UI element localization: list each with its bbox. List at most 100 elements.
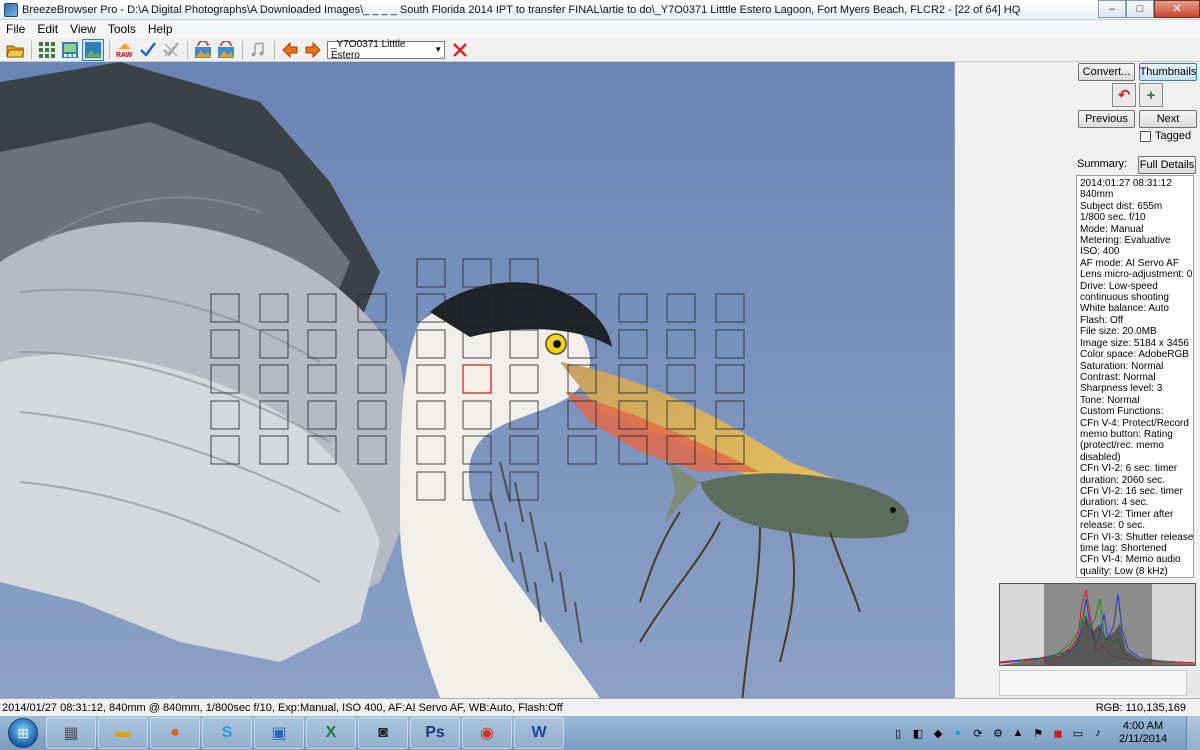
rotate-right-icon[interactable] [215, 39, 237, 61]
tagged-checkbox-box[interactable] [1140, 130, 1151, 142]
chrome-icon[interactable]: ◉ [462, 717, 512, 749]
exif-detail-line: duration: 2060 sec. [1080, 474, 1166, 486]
tray-gear-icon[interactable]: ⚙ [991, 726, 1005, 740]
previous-button[interactable]: Previous [1078, 110, 1135, 128]
thumbnails-button[interactable]: Thumbnails [1139, 63, 1197, 81]
tray-device-icon[interactable]: ▯ [891, 726, 905, 740]
menu-file[interactable]: File [0, 22, 31, 36]
exif-detail-line: Metering: Evaluative [1080, 235, 1171, 247]
exif-detail-line: Contrast: Normal [1080, 371, 1156, 383]
toolbar-separator [31, 40, 32, 59]
calculator-icon[interactable]: ▦ [46, 717, 96, 749]
full-view-icon[interactable] [82, 38, 104, 61]
window-title: BreezeBrowser Pro - D:\A Digital Photogr… [22, 3, 1021, 16]
exif-detail-line: Sharpness level: 3 [1080, 383, 1163, 395]
taskbar-clock[interactable]: 4:00 AM 2/11/2014 [1108, 720, 1178, 746]
exif-detail-line: Saturation: Normal [1080, 360, 1164, 372]
next-arrow-icon[interactable] [302, 39, 324, 61]
tray-skype-icon[interactable]: ● [951, 726, 965, 740]
audio-note-icon[interactable] [247, 39, 269, 61]
folder-icon[interactable]: ▬ [98, 717, 148, 749]
menu-bar: File Edit View Tools Help [0, 20, 1200, 38]
exif-detail-line: continuous shooting [1080, 292, 1169, 304]
rotate-left-icon[interactable] [192, 39, 214, 61]
exif-detail-line: disabled) [1080, 451, 1121, 463]
status-rgb: RGB: 110,135,169 [1095, 701, 1186, 714]
exif-details-list: 2014:01:27 08:31:12 840mm Subject dist: 65… [1076, 175, 1194, 578]
excel-icon[interactable]: X [306, 717, 356, 749]
full-details-button[interactable]: Full Details [1138, 156, 1196, 174]
tagged-checkbox[interactable]: Tagged [1140, 130, 1191, 142]
toolbar-separator [187, 40, 188, 59]
tray-volume-icon[interactable]: ♪ [1091, 726, 1105, 740]
untag-icon[interactable] [160, 39, 182, 61]
skype-icon[interactable]: S [202, 717, 252, 749]
toolbar-separator [274, 40, 275, 59]
open-folder-icon[interactable] [4, 39, 26, 61]
exif-detail-line: 840mm [1080, 189, 1114, 201]
tag-check-icon[interactable] [137, 39, 159, 61]
delete-x-icon[interactable] [449, 39, 471, 61]
raw-icon[interactable]: RAW [114, 39, 136, 61]
exif-detail-line: CFn VI-2: 16 sec. timer [1080, 485, 1183, 497]
tray-sync-icon[interactable]: ⟳ [971, 726, 985, 740]
exif-detail-line: ISO: 400 [1080, 246, 1120, 258]
exif-detail-line: (protect/rec. memo [1080, 440, 1164, 452]
status-bar: 2014/01/27 08:31:12, 840mm @ 840mm, 1/80… [0, 698, 1200, 716]
word-icon[interactable]: W [514, 717, 564, 749]
tray-flag-icon[interactable]: ⚑ [1031, 726, 1045, 740]
exif-detail-line: AF mode: AI Servo AF [1080, 257, 1179, 269]
next-button[interactable]: Next [1139, 110, 1197, 128]
tray-antivirus-icon[interactable]: ◼ [1051, 726, 1065, 740]
convert-button[interactable]: Convert... [1078, 63, 1135, 81]
close-button[interactable]: ✕ [1154, 0, 1200, 18]
toolbar-separator [242, 40, 243, 59]
window-controls: – □ ✕ [1098, 0, 1200, 20]
menu-view[interactable]: View [64, 22, 102, 36]
tray-up-icon[interactable]: ▲ [1011, 726, 1025, 740]
menu-help[interactable]: Help [142, 22, 179, 36]
previous-arrow-icon[interactable] [279, 39, 301, 61]
exif-detail-line: Subject dist: 655m [1080, 200, 1163, 212]
clock-time: 4:00 AM [1122, 720, 1164, 732]
show-desktop-button[interactable] [1186, 716, 1200, 750]
file-select-value: _Y7O0371 Litttle Estero [331, 38, 406, 61]
exif-detail-line: Mode: Manual [1080, 223, 1144, 235]
filmstrip-view-icon[interactable] [59, 39, 81, 61]
photoshop-icon[interactable]: Ps [410, 717, 460, 749]
toolbar: RAW _Y7O0371 Litttle Estero ▼ [0, 38, 1200, 62]
exif-detail-line: Color space: AdobeRGB [1080, 349, 1189, 361]
firefox-icon[interactable]: ● [150, 717, 200, 749]
exif-detail-line: 1/800 sec. f/10 [1080, 212, 1146, 224]
start-button[interactable]: ⊞ [0, 716, 46, 750]
status-exif: 2014/01/27 08:31:12, 840mm @ 840mm, 1/80… [2, 701, 563, 714]
toolbar-separator [109, 40, 110, 59]
menu-tools[interactable]: Tools [102, 22, 142, 36]
title-bar: BreezeBrowser Pro - D:\A Digital Photogr… [0, 0, 1200, 20]
exif-detail-line: memo button: Rating [1080, 428, 1173, 440]
exif-detail-line: Custom Functions: [1080, 406, 1164, 418]
minimize-button[interactable]: – [1098, 0, 1126, 18]
network-icon[interactable]: ▣ [254, 717, 304, 749]
exif-detail-line: Lens micro-adjustment: 0 [1080, 269, 1193, 281]
exif-detail-line: Image size: 5184 x 3456 [1080, 337, 1189, 349]
exif-detail-line: CFn VI-2: Timer after [1080, 508, 1174, 520]
clock-date: 2/11/2014 [1118, 733, 1168, 745]
heron-photo [0, 62, 954, 698]
back-undo-icon[interactable]: ↶ [1112, 83, 1136, 107]
grid-view-icon[interactable] [36, 39, 58, 61]
maximize-button[interactable]: □ [1126, 0, 1154, 18]
tray-chat-icon[interactable]: ◧ [911, 726, 925, 740]
histogram [999, 583, 1196, 666]
tray-monitor-icon[interactable]: ▭ [1071, 726, 1085, 740]
camera-icon[interactable]: ◙ [358, 717, 408, 749]
vertical-scrollbar[interactable] [1186, 670, 1200, 696]
tray-network-icon[interactable]: ◆ [931, 726, 945, 740]
chevron-down-icon: ▼ [434, 45, 443, 54]
exif-detail-line: quality: Low (8 kHz) [1080, 565, 1168, 577]
file-select-dropdown[interactable]: _Y7O0371 Litttle Estero ▼ [327, 38, 445, 61]
add-forward-icon[interactable]: + [1139, 83, 1163, 107]
exif-detail-line: Drive: Low-speed [1080, 280, 1158, 292]
image-viewer[interactable] [0, 62, 954, 698]
menu-edit[interactable]: Edit [31, 22, 64, 36]
